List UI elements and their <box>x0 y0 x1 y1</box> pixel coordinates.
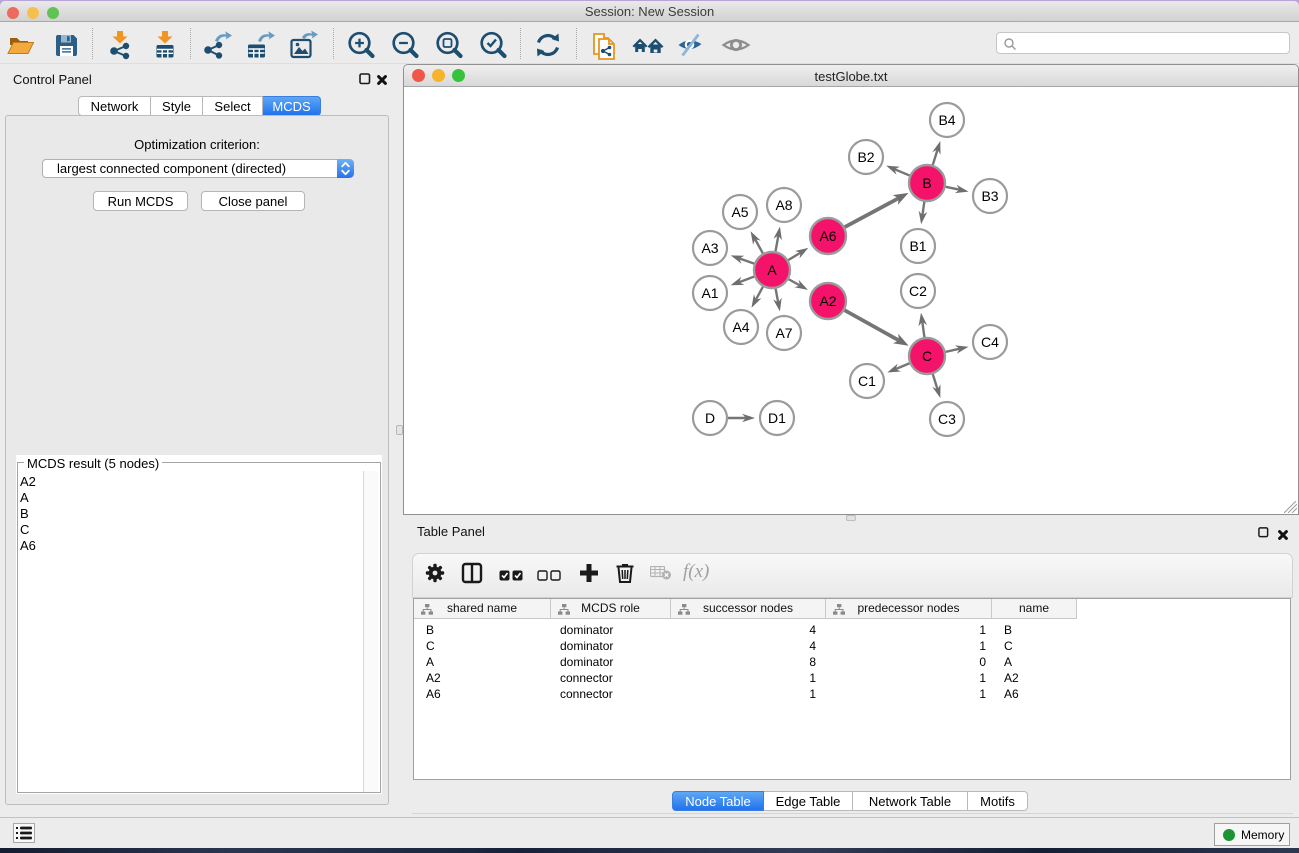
svg-text:C2: C2 <box>909 283 927 299</box>
svg-text:B3: B3 <box>981 188 998 204</box>
svg-text:B: B <box>922 175 931 191</box>
svg-text:A3: A3 <box>701 240 718 256</box>
svg-text:B2: B2 <box>857 149 874 165</box>
svg-text:A5: A5 <box>731 204 748 220</box>
svg-text:D: D <box>705 410 715 426</box>
svg-text:C: C <box>922 348 932 364</box>
svg-text:B1: B1 <box>909 238 926 254</box>
svg-text:A8: A8 <box>775 197 792 213</box>
svg-text:A6: A6 <box>819 228 836 244</box>
svg-text:A: A <box>767 262 777 278</box>
svg-text:A2: A2 <box>819 293 836 309</box>
svg-text:B4: B4 <box>938 112 955 128</box>
svg-text:C4: C4 <box>981 334 999 350</box>
svg-text:A7: A7 <box>775 325 792 341</box>
svg-text:C1: C1 <box>858 373 876 389</box>
svg-text:A1: A1 <box>701 285 718 301</box>
svg-text:A4: A4 <box>732 319 749 335</box>
svg-text:D1: D1 <box>768 410 786 426</box>
svg-text:C3: C3 <box>938 411 956 427</box>
